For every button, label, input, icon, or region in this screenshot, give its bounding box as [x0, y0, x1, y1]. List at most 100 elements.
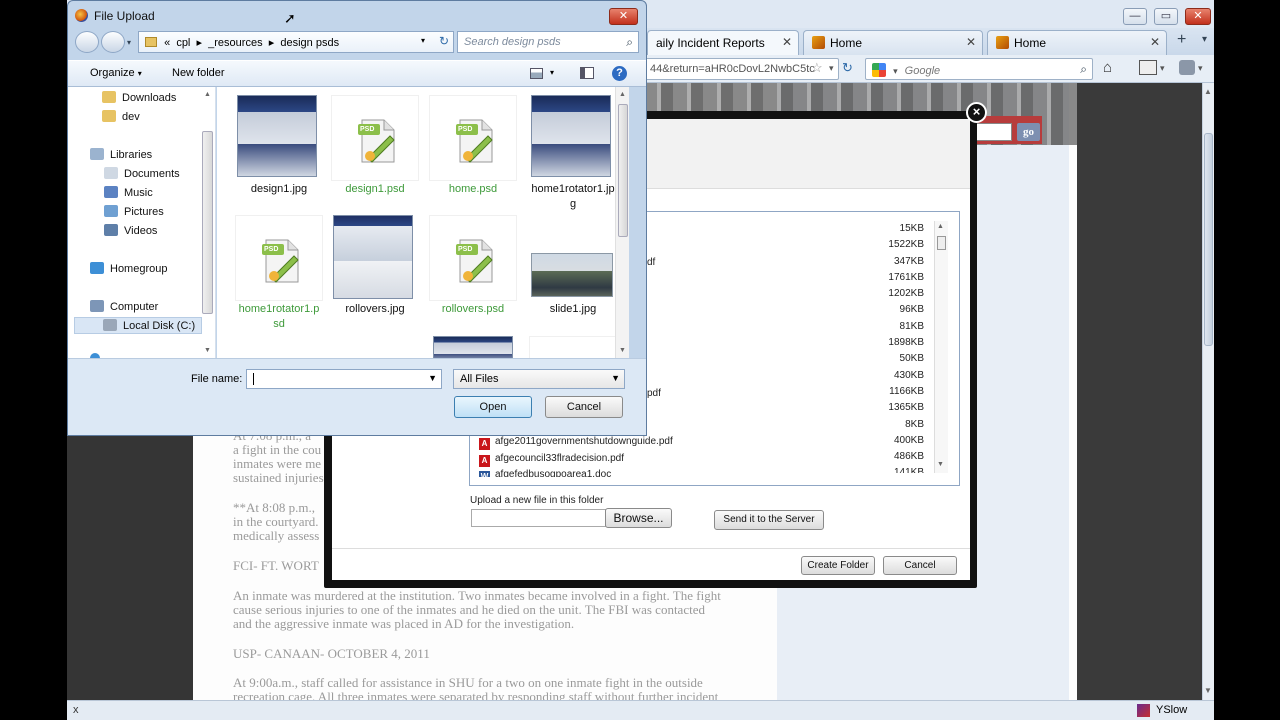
file-name-dropdown-icon[interactable]: ▼ [428, 373, 437, 383]
search-bar[interactable]: ▾ Google ⌕ [865, 58, 1093, 80]
file-list-item[interactable]: Aafge2011governmentshutdownguide.pdf [479, 436, 673, 450]
file-thumbnail[interactable] [529, 95, 615, 181]
close-icon[interactable]: ✕ [1150, 35, 1160, 49]
minimize-button[interactable]: — [1123, 8, 1147, 25]
file-thumbnail[interactable] [529, 215, 615, 301]
bookmark-star-icon[interactable]: ☆ [811, 60, 823, 76]
file-label[interactable]: rollovers.psd [423, 304, 523, 319]
window-close-button[interactable]: ✕ [1185, 8, 1211, 25]
view-dropdown-icon[interactable]: ▾ [550, 68, 554, 77]
status-close-icon[interactable]: x [73, 704, 79, 716]
nav-item-homegroup[interactable]: Homegroup [90, 262, 167, 275]
search-input[interactable]: Search design psds ⌕ [457, 31, 639, 53]
nav-item-documents[interactable]: Documents [104, 167, 180, 180]
modal-cancel-button[interactable]: Cancel [883, 556, 957, 575]
scroll-down-icon[interactable]: ▼ [204, 347, 211, 354]
close-icon[interactable]: ✕ [782, 35, 792, 49]
page-scrollbar[interactable]: ▲ ▼ [1202, 83, 1214, 700]
file-list-item[interactable]: Wafgefedbusogpoarea1.doc [479, 469, 611, 477]
search-engine-dropdown-icon[interactable]: ▾ [893, 66, 898, 76]
home-icon[interactable]: ⌂ [1103, 59, 1112, 76]
scroll-thumb[interactable] [618, 104, 628, 237]
file-label[interactable]: rollovers.jpg [325, 304, 425, 319]
scroll-up-icon[interactable]: ▲ [937, 223, 944, 230]
breadcrumb-overflow[interactable]: « [164, 37, 170, 49]
url-dropdown-icon[interactable]: ▾ [829, 63, 834, 74]
file-label[interactable]: home1rotator1.p sd [229, 304, 329, 330]
tab-incident-reports[interactable]: aily Incident Reports ✕ [647, 30, 799, 55]
file-type-dropdown-icon[interactable]: ▼ [611, 373, 620, 383]
create-folder-button[interactable]: Create Folder [801, 556, 875, 575]
scroll-down-icon[interactable]: ▼ [1204, 686, 1212, 695]
file-label[interactable]: design1.psd [325, 184, 425, 199]
file-name-input[interactable]: ▼ [246, 369, 442, 389]
url-bar[interactable]: 44&return=aHR0cDovL2NwbC5tc [643, 58, 839, 80]
maximize-button[interactable]: ▭ [1154, 8, 1178, 25]
organize-button[interactable]: Organize ▾ [90, 67, 142, 79]
modal-close-button[interactable]: × [966, 102, 987, 123]
file-thumbnail[interactable]: PSD [429, 95, 517, 181]
grid-scrollbar[interactable]: ▲ ▼ [615, 87, 629, 358]
address-bar[interactable]: « cpl ▸ _resources ▸ design psds ▾ ↻ [138, 31, 454, 53]
breadcrumb-item[interactable]: cpl [176, 37, 190, 49]
nav-item-downloads[interactable]: Downloads [102, 91, 176, 104]
breadcrumb-separator[interactable]: ▸ [269, 37, 275, 49]
preview-pane-icon[interactable] [580, 67, 594, 79]
tab-home-1[interactable]: Home ✕ [803, 30, 983, 55]
addon-dropdown-icon[interactable]: ▾ [1198, 63, 1203, 74]
forward-icon[interactable] [101, 31, 125, 53]
breadcrumb-item[interactable]: design psds [280, 37, 339, 49]
search-icon[interactable]: ⌕ [1080, 62, 1087, 77]
yslow-label[interactable]: YSlow [1156, 704, 1187, 716]
search-icon[interactable]: ⌕ [626, 35, 633, 50]
new-tab-icon[interactable]: + [1177, 31, 1186, 49]
nav-item-dev[interactable]: dev [102, 110, 140, 123]
file-type-select[interactable]: All Files ▼ [453, 369, 625, 389]
file-label[interactable]: slide1.jpg [523, 304, 615, 319]
file-thumbnail[interactable] [331, 215, 419, 301]
bookmarks-icon[interactable] [1139, 60, 1157, 75]
file-thumbnail[interactable]: PSD [331, 95, 419, 181]
nav-item-local-disk-c[interactable]: Local Disk (C:) [74, 317, 202, 334]
tab-list-icon[interactable]: ▾ [1202, 34, 1207, 45]
send-to-server-button[interactable]: Send it to the Server [714, 510, 824, 530]
scroll-thumb[interactable] [937, 236, 946, 250]
file-list-scrollbar[interactable]: ▲ ▼ [934, 221, 948, 473]
scroll-thumb[interactable] [1204, 133, 1213, 346]
help-icon[interactable]: ? [612, 66, 627, 81]
bookmarks-dropdown-icon[interactable]: ▾ [1160, 63, 1165, 74]
file-name-partial[interactable]: df [647, 257, 655, 268]
address-dropdown-icon[interactable]: ▾ [421, 36, 425, 45]
nav-item-videos[interactable]: Videos [104, 224, 157, 237]
upload-file-input[interactable] [471, 509, 606, 527]
file-thumbnail[interactable] [235, 95, 323, 181]
file-label[interactable]: home.psd [423, 184, 523, 199]
file-thumbnail[interactable] [529, 336, 615, 358]
dialog-cancel-button[interactable]: Cancel [545, 396, 623, 418]
image-preview[interactable] [433, 336, 513, 358]
file-thumbnail[interactable]: PSD [429, 215, 517, 301]
scroll-down-icon[interactable]: ▼ [619, 347, 626, 354]
tab-home-2[interactable]: Home ✕ [987, 30, 1167, 55]
yslow-icon[interactable] [1137, 704, 1150, 717]
nav-item-music[interactable]: Music [104, 186, 153, 199]
scroll-up-icon[interactable]: ▲ [619, 91, 626, 98]
breadcrumb-item[interactable]: _resources [208, 37, 262, 49]
back-icon[interactable] [75, 31, 99, 53]
open-button[interactable]: Open [454, 396, 532, 418]
reload-icon[interactable]: ↻ [842, 60, 853, 76]
file-thumbnail[interactable]: PSD [235, 215, 323, 301]
close-icon[interactable]: ✕ [966, 35, 976, 49]
recent-locations-icon[interactable]: ▾ [127, 38, 131, 47]
breadcrumb-separator[interactable]: ▸ [197, 37, 203, 49]
scroll-up-icon[interactable]: ▲ [204, 91, 211, 98]
view-icon[interactable] [530, 68, 543, 79]
nav-item-computer[interactable]: Computer [90, 300, 158, 313]
new-folder-button[interactable]: New folder [172, 67, 225, 79]
refresh-icon[interactable]: ↻ [439, 34, 449, 48]
dialog-close-button[interactable]: ✕ [609, 8, 638, 25]
file-label[interactable]: home1rotator1.jp g [523, 184, 615, 210]
go-button[interactable]: go [1017, 123, 1040, 141]
nav-item-pictures[interactable]: Pictures [104, 205, 164, 218]
nav-item-libraries[interactable]: Libraries [90, 148, 152, 161]
